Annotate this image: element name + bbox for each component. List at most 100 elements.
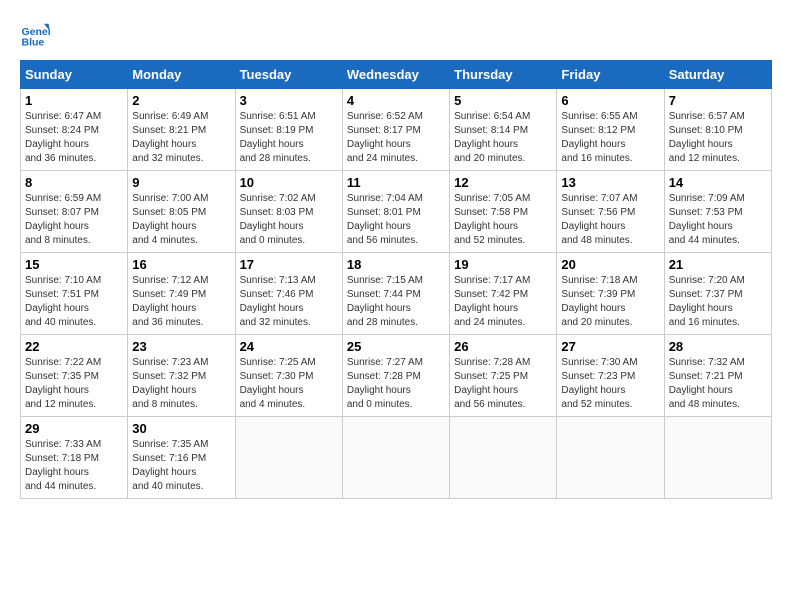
calendar-day-cell: 11 Sunrise: 7:04 AM Sunset: 8:01 PM Dayl… [342, 171, 449, 253]
calendar-day-cell: 1 Sunrise: 6:47 AM Sunset: 8:24 PM Dayli… [21, 89, 128, 171]
day-info: Sunrise: 7:32 AM Sunset: 7:21 PM Dayligh… [669, 356, 767, 412]
day-info: Sunrise: 6:55 AM Sunset: 8:12 PM Dayligh… [561, 110, 659, 166]
calendar-day-cell: 25 Sunrise: 7:27 AM Sunset: 7:28 PM Dayl… [342, 335, 449, 417]
calendar-day-cell: 14 Sunrise: 7:09 AM Sunset: 7:53 PM Dayl… [664, 171, 771, 253]
day-number: 9 [132, 175, 230, 190]
day-info: Sunrise: 7:20 AM Sunset: 7:37 PM Dayligh… [669, 274, 767, 330]
calendar-day-cell [342, 417, 449, 499]
calendar-day-cell: 19 Sunrise: 7:17 AM Sunset: 7:42 PM Dayl… [450, 253, 557, 335]
weekday-header-saturday: Saturday [664, 61, 771, 89]
calendar-table: SundayMondayTuesdayWednesdayThursdayFrid… [20, 60, 772, 499]
calendar-week-row: 1 Sunrise: 6:47 AM Sunset: 8:24 PM Dayli… [21, 89, 772, 171]
calendar-day-cell: 28 Sunrise: 7:32 AM Sunset: 7:21 PM Dayl… [664, 335, 771, 417]
day-number: 14 [669, 175, 767, 190]
weekday-header-friday: Friday [557, 61, 664, 89]
day-number: 1 [25, 93, 123, 108]
day-info: Sunrise: 7:15 AM Sunset: 7:44 PM Dayligh… [347, 274, 445, 330]
weekday-header-monday: Monday [128, 61, 235, 89]
calendar-day-cell: 8 Sunrise: 6:59 AM Sunset: 8:07 PM Dayli… [21, 171, 128, 253]
day-number: 19 [454, 257, 552, 272]
day-info: Sunrise: 7:09 AM Sunset: 7:53 PM Dayligh… [669, 192, 767, 248]
calendar-day-cell: 9 Sunrise: 7:00 AM Sunset: 8:05 PM Dayli… [128, 171, 235, 253]
calendar-day-cell: 18 Sunrise: 7:15 AM Sunset: 7:44 PM Dayl… [342, 253, 449, 335]
calendar-day-cell: 13 Sunrise: 7:07 AM Sunset: 7:56 PM Dayl… [557, 171, 664, 253]
calendar-day-cell [557, 417, 664, 499]
day-number: 16 [132, 257, 230, 272]
day-info: Sunrise: 7:17 AM Sunset: 7:42 PM Dayligh… [454, 274, 552, 330]
logo-icon: General Blue [20, 20, 50, 50]
day-number: 7 [669, 93, 767, 108]
calendar-day-cell: 12 Sunrise: 7:05 AM Sunset: 7:58 PM Dayl… [450, 171, 557, 253]
day-info: Sunrise: 7:27 AM Sunset: 7:28 PM Dayligh… [347, 356, 445, 412]
calendar-day-cell [235, 417, 342, 499]
day-info: Sunrise: 7:00 AM Sunset: 8:05 PM Dayligh… [132, 192, 230, 248]
calendar-day-cell: 23 Sunrise: 7:23 AM Sunset: 7:32 PM Dayl… [128, 335, 235, 417]
day-info: Sunrise: 7:07 AM Sunset: 7:56 PM Dayligh… [561, 192, 659, 248]
day-number: 10 [240, 175, 338, 190]
calendar-day-cell: 3 Sunrise: 6:51 AM Sunset: 8:19 PM Dayli… [235, 89, 342, 171]
day-number: 5 [454, 93, 552, 108]
weekday-header-row: SundayMondayTuesdayWednesdayThursdayFrid… [21, 61, 772, 89]
day-info: Sunrise: 7:23 AM Sunset: 7:32 PM Dayligh… [132, 356, 230, 412]
weekday-header-tuesday: Tuesday [235, 61, 342, 89]
calendar-day-cell: 17 Sunrise: 7:13 AM Sunset: 7:46 PM Dayl… [235, 253, 342, 335]
day-info: Sunrise: 7:12 AM Sunset: 7:49 PM Dayligh… [132, 274, 230, 330]
day-number: 24 [240, 339, 338, 354]
day-info: Sunrise: 6:51 AM Sunset: 8:19 PM Dayligh… [240, 110, 338, 166]
day-info: Sunrise: 7:35 AM Sunset: 7:16 PM Dayligh… [132, 438, 230, 494]
calendar-week-row: 15 Sunrise: 7:10 AM Sunset: 7:51 PM Dayl… [21, 253, 772, 335]
day-info: Sunrise: 7:13 AM Sunset: 7:46 PM Dayligh… [240, 274, 338, 330]
day-number: 15 [25, 257, 123, 272]
calendar-day-cell: 6 Sunrise: 6:55 AM Sunset: 8:12 PM Dayli… [557, 89, 664, 171]
calendar-day-cell: 7 Sunrise: 6:57 AM Sunset: 8:10 PM Dayli… [664, 89, 771, 171]
day-number: 29 [25, 421, 123, 436]
calendar-week-row: 8 Sunrise: 6:59 AM Sunset: 8:07 PM Dayli… [21, 171, 772, 253]
weekday-header-wednesday: Wednesday [342, 61, 449, 89]
day-info: Sunrise: 6:49 AM Sunset: 8:21 PM Dayligh… [132, 110, 230, 166]
day-info: Sunrise: 7:10 AM Sunset: 7:51 PM Dayligh… [25, 274, 123, 330]
day-number: 3 [240, 93, 338, 108]
day-info: Sunrise: 7:18 AM Sunset: 7:39 PM Dayligh… [561, 274, 659, 330]
calendar-day-cell: 22 Sunrise: 7:22 AM Sunset: 7:35 PM Dayl… [21, 335, 128, 417]
day-info: Sunrise: 7:28 AM Sunset: 7:25 PM Dayligh… [454, 356, 552, 412]
calendar-day-cell: 4 Sunrise: 6:52 AM Sunset: 8:17 PM Dayli… [342, 89, 449, 171]
day-number: 17 [240, 257, 338, 272]
day-info: Sunrise: 7:33 AM Sunset: 7:18 PM Dayligh… [25, 438, 123, 494]
calendar-day-cell: 2 Sunrise: 6:49 AM Sunset: 8:21 PM Dayli… [128, 89, 235, 171]
day-number: 13 [561, 175, 659, 190]
calendar-week-row: 22 Sunrise: 7:22 AM Sunset: 7:35 PM Dayl… [21, 335, 772, 417]
calendar-day-cell: 29 Sunrise: 7:33 AM Sunset: 7:18 PM Dayl… [21, 417, 128, 499]
day-info: Sunrise: 7:05 AM Sunset: 7:58 PM Dayligh… [454, 192, 552, 248]
day-number: 18 [347, 257, 445, 272]
day-info: Sunrise: 6:57 AM Sunset: 8:10 PM Dayligh… [669, 110, 767, 166]
day-number: 23 [132, 339, 230, 354]
calendar-day-cell: 16 Sunrise: 7:12 AM Sunset: 7:49 PM Dayl… [128, 253, 235, 335]
calendar-day-cell: 27 Sunrise: 7:30 AM Sunset: 7:23 PM Dayl… [557, 335, 664, 417]
day-info: Sunrise: 6:47 AM Sunset: 8:24 PM Dayligh… [25, 110, 123, 166]
svg-text:Blue: Blue [22, 37, 45, 49]
calendar-day-cell: 10 Sunrise: 7:02 AM Sunset: 8:03 PM Dayl… [235, 171, 342, 253]
calendar-day-cell: 15 Sunrise: 7:10 AM Sunset: 7:51 PM Dayl… [21, 253, 128, 335]
day-info: Sunrise: 7:25 AM Sunset: 7:30 PM Dayligh… [240, 356, 338, 412]
calendar-day-cell [664, 417, 771, 499]
calendar-day-cell: 5 Sunrise: 6:54 AM Sunset: 8:14 PM Dayli… [450, 89, 557, 171]
calendar-day-cell: 24 Sunrise: 7:25 AM Sunset: 7:30 PM Dayl… [235, 335, 342, 417]
calendar-day-cell: 21 Sunrise: 7:20 AM Sunset: 7:37 PM Dayl… [664, 253, 771, 335]
day-number: 22 [25, 339, 123, 354]
weekday-header-sunday: Sunday [21, 61, 128, 89]
day-number: 11 [347, 175, 445, 190]
day-number: 27 [561, 339, 659, 354]
logo: General Blue [20, 20, 54, 50]
day-info: Sunrise: 6:52 AM Sunset: 8:17 PM Dayligh… [347, 110, 445, 166]
calendar-week-row: 29 Sunrise: 7:33 AM Sunset: 7:18 PM Dayl… [21, 417, 772, 499]
day-number: 2 [132, 93, 230, 108]
day-number: 20 [561, 257, 659, 272]
day-number: 4 [347, 93, 445, 108]
day-number: 30 [132, 421, 230, 436]
day-number: 6 [561, 93, 659, 108]
calendar-day-cell [450, 417, 557, 499]
day-number: 26 [454, 339, 552, 354]
day-info: Sunrise: 7:30 AM Sunset: 7:23 PM Dayligh… [561, 356, 659, 412]
day-number: 25 [347, 339, 445, 354]
day-info: Sunrise: 7:02 AM Sunset: 8:03 PM Dayligh… [240, 192, 338, 248]
